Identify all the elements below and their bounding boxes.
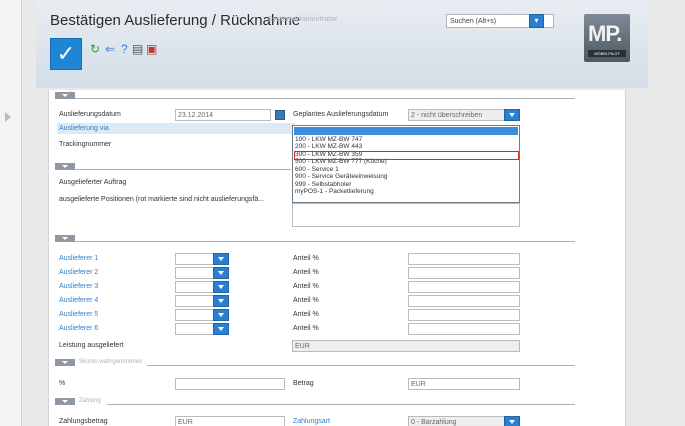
via-dropdown-list[interactable]: 100 - LKW MZ-BW 747 200 - LKW MZ-BW 443 …	[292, 125, 520, 203]
anteil-3-label: Anteil %	[293, 283, 319, 290]
anteil-1-input[interactable]	[408, 253, 520, 265]
logo-subtext: MÖBELPILOT	[588, 50, 626, 57]
auslieferer-2-dropdown-icon[interactable]	[213, 267, 229, 279]
confirm-button[interactable]: ✓	[50, 38, 82, 70]
logo: MP. MÖBELPILOT	[584, 14, 630, 62]
tracking-label: Trackingnummer	[59, 141, 112, 148]
auslieferer-4-label[interactable]: Auslieferer 4	[59, 297, 98, 304]
left-sidebar	[0, 0, 22, 426]
anteil-4-input[interactable]	[408, 295, 520, 307]
anteil-3-input[interactable]	[408, 281, 520, 293]
via-label: Auslieferung via	[59, 125, 109, 132]
auftrag-label: Ausgelieferter Auftrag	[59, 179, 127, 186]
highlighted-option-marker	[294, 151, 519, 160]
auslieferer-3-dropdown-icon[interactable]	[213, 281, 229, 293]
auslieferungsdatum-input[interactable]: 23.12.2014	[175, 109, 271, 121]
user-role: Systemadministrator	[268, 16, 338, 23]
anteil-6-label: Anteil %	[293, 325, 319, 332]
logo-mark: MP.	[588, 21, 622, 46]
collapse-icon[interactable]	[55, 92, 75, 99]
zahlungsart-dropdown-icon[interactable]	[504, 416, 520, 426]
zahlungsbetrag-label: Zahlungsbetrag	[59, 418, 108, 425]
section-header-skonto[interactable]: Skonto wahrgenommen	[55, 359, 575, 367]
zahlungsbetrag-input[interactable]: EUR	[175, 416, 285, 426]
dropdown-option[interactable]: 100 - LKW MZ-BW 747	[295, 136, 362, 143]
geplantes-select[interactable]: 2 - nicht überschreiben	[408, 109, 518, 121]
anteil-4-label: Anteil %	[293, 297, 319, 304]
auslieferer-2-label[interactable]: Auslieferer 2	[59, 269, 98, 276]
expand-arrow-icon[interactable]	[5, 112, 11, 122]
collapse-icon[interactable]	[55, 398, 75, 405]
anteil-1-label: Anteil %	[293, 255, 319, 262]
auslieferer-5-label[interactable]: Auslieferer 5	[59, 311, 98, 318]
zahlungsart-label[interactable]: Zahlungsart	[293, 418, 330, 425]
leistung-label: Leistung ausgeliefert	[59, 342, 124, 349]
anteil-5-input[interactable]	[408, 309, 520, 321]
print-icon[interactable]: ▤	[132, 42, 143, 56]
auslieferer-6-dropdown-icon[interactable]	[213, 323, 229, 335]
anteil-5-label: Anteil %	[293, 311, 319, 318]
dropdown-option[interactable]: 999 - Selbstabholer	[295, 181, 351, 188]
zahlung-header: Zahlung	[79, 398, 101, 404]
auslieferer-4-dropdown-icon[interactable]	[213, 295, 229, 307]
betrag-input[interactable]: EUR	[408, 378, 520, 390]
calendar-icon[interactable]	[275, 110, 285, 120]
search-arrow-icon: ▾	[534, 16, 539, 25]
dropdown-option[interactable]: 200 - LKW MZ-BW 443	[295, 143, 362, 150]
collapse-icon[interactable]	[55, 359, 75, 366]
pdf-icon[interactable]: ▣	[146, 42, 157, 56]
auslieferer-1-dropdown-icon[interactable]	[213, 253, 229, 265]
skonto-header: Skonto wahrgenommen	[79, 359, 143, 365]
percent-input[interactable]	[175, 378, 285, 390]
zahlungsart-select[interactable]: 0 - Barzahlung	[408, 416, 518, 426]
search-button[interactable]: ▾	[529, 14, 544, 28]
app-header: Bestätigen Auslieferung / Rücknahme Syst…	[36, 0, 648, 88]
percent-label: %	[59, 380, 66, 387]
auslieferungsdatum-label: Auslieferungsdatum	[59, 111, 121, 118]
form-area: Auslieferungsdatum 23.12.2014 Geplantes …	[48, 90, 626, 426]
section-header-zahlung[interactable]: Zahlung	[55, 398, 575, 406]
section-header-order[interactable]	[55, 163, 291, 171]
geplantes-label: Geplantes Auslieferungsdatum	[293, 111, 389, 118]
auslieferer-1-label[interactable]: Auslieferer 1	[59, 255, 98, 262]
collapse-icon[interactable]	[55, 163, 75, 170]
collapse-icon[interactable]	[55, 235, 75, 242]
auslieferer-3-label[interactable]: Auslieferer 3	[59, 283, 98, 290]
refresh-icon[interactable]: ↻	[90, 42, 100, 56]
auslieferer-5-dropdown-icon[interactable]	[213, 309, 229, 321]
section-header-auslieferer[interactable]	[55, 235, 575, 243]
back-icon[interactable]: ⇐	[105, 42, 115, 56]
section-header-delivery[interactable]	[55, 92, 575, 100]
dropdown-option[interactable]: 900 - Service Geräteeinweisung	[295, 173, 388, 180]
anteil-2-label: Anteil %	[293, 269, 319, 276]
auslieferer-6-label[interactable]: Auslieferer 6	[59, 325, 98, 332]
leistung-value: EUR	[292, 340, 520, 352]
positionen-label: ausgelieferte Positionen (rot markierte …	[59, 196, 265, 203]
dropdown-option[interactable]: 600 - Service 1	[295, 166, 339, 173]
betrag-label: Betrag	[293, 380, 314, 387]
dropdown-option[interactable]: myPOS-1 - Packetlieferung	[295, 188, 374, 195]
geplantes-dropdown-icon[interactable]	[504, 109, 520, 121]
page-title: Bestätigen Auslieferung / Rücknahme	[50, 12, 301, 29]
anteil-6-input[interactable]	[408, 323, 520, 335]
check-icon: ✓	[56, 41, 76, 66]
help-icon[interactable]: ?	[121, 42, 128, 56]
positionen-textbox[interactable]	[292, 203, 520, 227]
anteil-2-input[interactable]	[408, 267, 520, 279]
dropdown-selected-empty[interactable]	[294, 127, 518, 135]
